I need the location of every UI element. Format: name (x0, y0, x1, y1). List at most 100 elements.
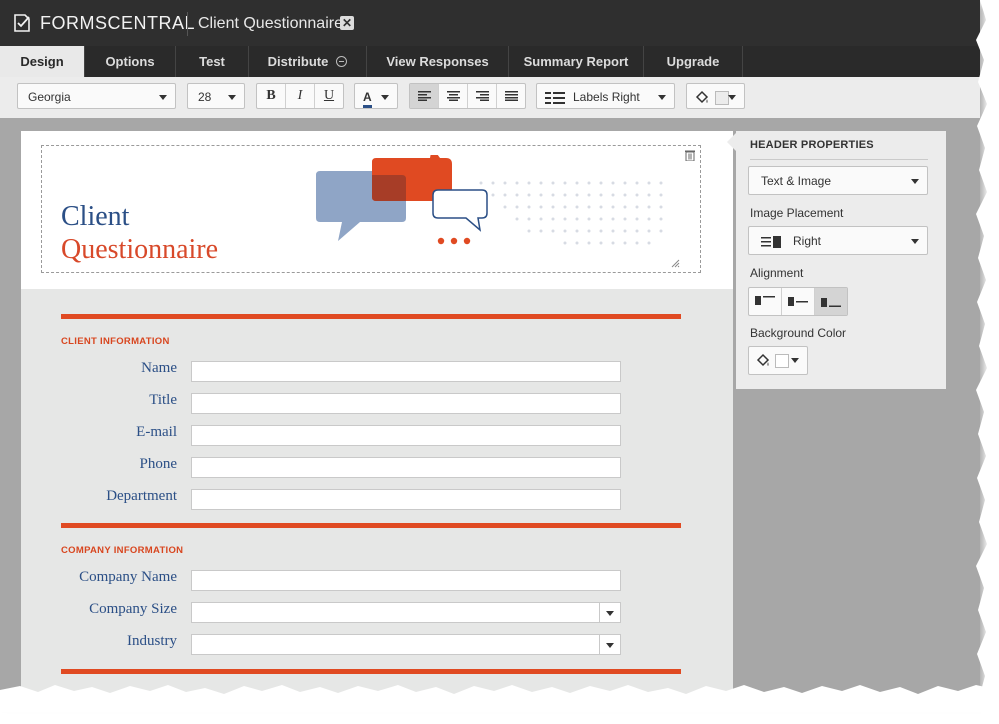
align-left-button[interactable] (410, 84, 439, 108)
align-center-icon (446, 90, 460, 101)
underline-button[interactable]: U (315, 84, 343, 108)
tab-label: Upgrade (666, 54, 720, 69)
close-document-icon[interactable]: ✕ (340, 16, 354, 30)
title-input[interactable] (191, 393, 621, 414)
section-divider (61, 523, 681, 528)
section-label-company-information: COMPANY INFORMATION (61, 545, 184, 556)
field-label-department: Department (106, 488, 177, 504)
tab-label: Test (199, 54, 225, 69)
form-page: Client Questionnaire >>> (21, 131, 733, 700)
label-position-value: Labels Right (573, 90, 640, 104)
paint-bucket-icon (695, 90, 709, 103)
email-input[interactable] (191, 425, 621, 446)
tab-label: Design (20, 54, 64, 69)
paint-bucket-icon (756, 353, 770, 367)
field-label-email: E-mail (136, 424, 177, 440)
align-middle-icon (788, 297, 808, 306)
italic-button[interactable]: I (286, 84, 315, 108)
main-tab-bar: Design Options Test Distribute View Resp… (0, 46, 980, 77)
title-bar: FORMSCENTRAL Client Questionnaire ✕ (0, 0, 980, 46)
formscentral-logo-icon (14, 14, 30, 32)
chat-bubbles-graphic: >>> (316, 155, 663, 245)
industry-select[interactable] (191, 634, 621, 655)
tab-label: Distribute (267, 54, 329, 69)
phone-input[interactable] (191, 457, 621, 478)
title-separator (187, 12, 188, 36)
panel-divider (750, 159, 928, 160)
torn-edge-right (976, 0, 999, 724)
company-size-select[interactable] (191, 602, 621, 623)
chevron-down-icon (159, 95, 167, 100)
tab-summary-report[interactable]: Summary Report (509, 46, 644, 77)
app-name: FORMSCENTRAL (40, 13, 196, 33)
chevron-down-icon (911, 239, 919, 244)
align-top-button[interactable] (749, 288, 782, 315)
chevron-down-icon (599, 603, 620, 622)
resize-handle-icon[interactable] (671, 259, 680, 268)
department-input[interactable] (191, 489, 621, 510)
tab-design[interactable]: Design (0, 46, 85, 77)
header-title-line-1: Client (61, 201, 130, 232)
align-middle-button[interactable] (782, 288, 815, 315)
chevron-down-icon (599, 635, 620, 654)
section-divider (61, 669, 681, 674)
alignment-label: Alignment (750, 266, 804, 280)
chevron-down-icon (791, 358, 799, 363)
chevron-down-icon (381, 95, 389, 100)
background-color-label: Background Color (750, 326, 847, 340)
header-alignment-group (748, 287, 848, 316)
tab-view-responses[interactable]: View Responses (367, 46, 509, 77)
align-right-icon (475, 90, 489, 101)
tab-label: View Responses (386, 54, 489, 69)
font-family-select[interactable]: Georgia (17, 83, 176, 109)
image-placement-value: Right (793, 234, 822, 248)
align-bottom-button[interactable] (815, 288, 847, 315)
document-title: Client Questionnaire (198, 15, 343, 32)
minus-circle-icon (336, 56, 348, 67)
image-placement-select[interactable]: Right (748, 226, 928, 255)
torn-edge-bottom (0, 685, 999, 712)
header-type-value: Text & Image (761, 174, 832, 188)
trash-icon[interactable] (685, 150, 695, 161)
label-position-select[interactable]: Labels Right (536, 83, 675, 109)
align-justify-icon (504, 90, 518, 101)
formatting-toolbar: Georgia 28 B I U A Labels Right (0, 77, 980, 119)
field-label-industry: Industry (127, 633, 177, 649)
background-color-button[interactable] (686, 83, 745, 109)
app-window: FORMSCENTRAL Client Questionnaire ✕ Desi… (0, 0, 980, 700)
chevron-down-icon (228, 95, 236, 100)
image-placement-label: Image Placement (750, 206, 844, 220)
text-color-icon: A (363, 89, 372, 108)
color-swatch (775, 354, 789, 368)
labels-right-icon (545, 91, 565, 104)
align-left-icon (417, 90, 431, 101)
chevron-down-icon (911, 179, 919, 184)
tab-distribute[interactable]: Distribute (249, 46, 367, 77)
header-type-select[interactable]: Text & Image (748, 166, 928, 195)
tab-label: Options (105, 54, 155, 69)
field-label-company-size: Company Size (89, 601, 177, 617)
text-color-button[interactable]: A (354, 83, 398, 109)
align-center-button[interactable] (439, 84, 468, 108)
font-family-value: Georgia (28, 90, 71, 104)
tab-upgrade[interactable]: Upgrade (644, 46, 743, 77)
align-right-button[interactable] (468, 84, 497, 108)
align-top-icon (755, 296, 775, 305)
form-header[interactable]: Client Questionnaire >>> (21, 131, 733, 289)
header-properties-panel: HEADER PROPERTIES Text & Image Image Pla… (736, 131, 946, 389)
header-background-color-button[interactable] (748, 346, 808, 375)
chevron-down-icon (658, 95, 666, 100)
text-align-group (409, 83, 526, 109)
field-label-phone: Phone (139, 456, 178, 472)
font-size-select[interactable]: 28 (187, 83, 245, 109)
header-title-line-2: Questionnaire (61, 234, 219, 265)
align-justify-button[interactable] (497, 84, 525, 108)
tab-options[interactable]: Options (85, 46, 176, 77)
tab-test[interactable]: Test (176, 46, 249, 77)
company-name-input[interactable] (191, 570, 621, 591)
image-right-icon (761, 235, 781, 248)
bold-button[interactable]: B (257, 84, 286, 108)
chevron-down-icon (728, 95, 736, 100)
field-label-name: Name (141, 360, 177, 376)
name-input[interactable] (191, 361, 621, 382)
